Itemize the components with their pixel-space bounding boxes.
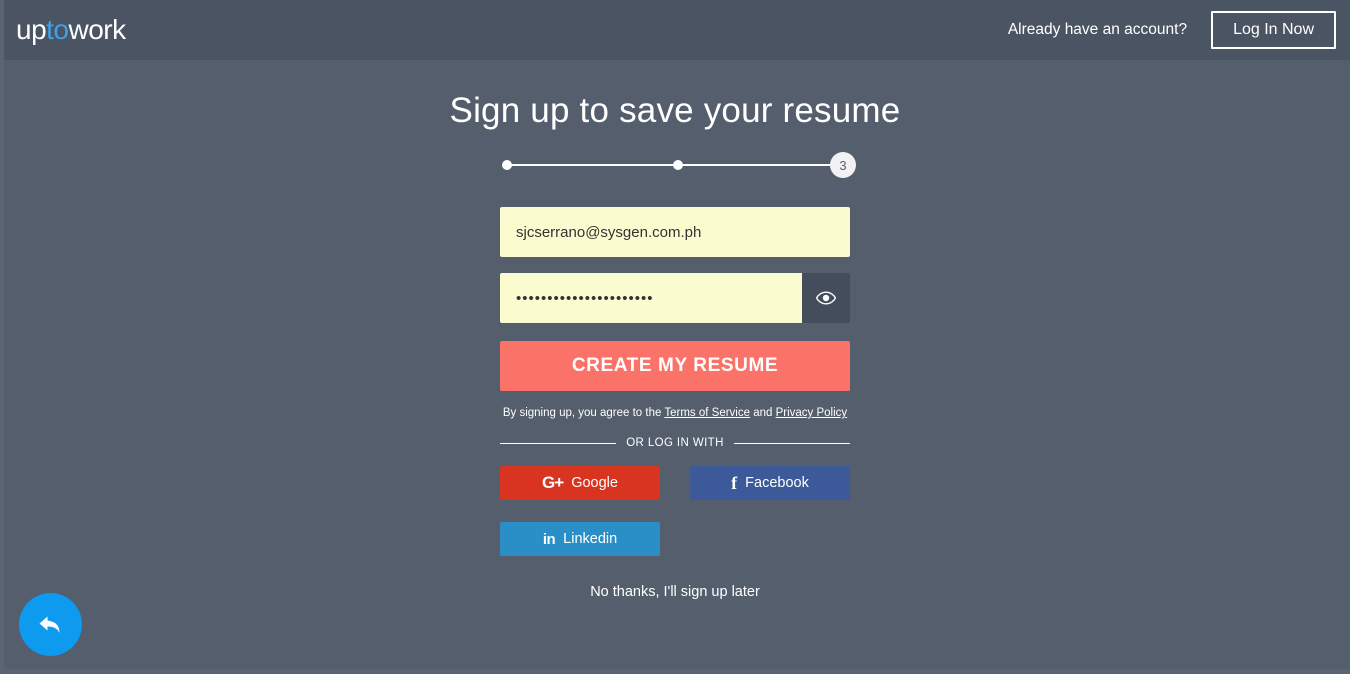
facebook-login-button[interactable]: f Facebook	[690, 466, 850, 500]
google-plus-icon: G+	[542, 473, 564, 492]
password-row	[500, 273, 850, 323]
terms-notice: By signing up, you agree to the Terms of…	[500, 407, 850, 419]
signup-main: Sign up to save your resume 3 CREATE MY …	[0, 60, 1350, 674]
logo-text-to: to	[46, 14, 69, 45]
email-input[interactable]	[500, 207, 850, 257]
already-have-account-label: Already have an account?	[1007, 21, 1188, 38]
page-title: Sign up to save your resume	[449, 91, 901, 130]
facebook-login-label: Facebook	[745, 475, 809, 491]
create-my-resume-button[interactable]: CREATE MY RESUME	[500, 341, 850, 391]
terms-middle: and	[750, 407, 776, 419]
header-actions: Already have an account? Log In Now	[1008, 11, 1336, 49]
log-in-now-button[interactable]: Log In Now	[1211, 11, 1336, 49]
google-login-label: Google	[571, 475, 618, 491]
divider-rule-right	[733, 442, 851, 444]
toggle-password-visibility-button[interactable]	[802, 273, 850, 323]
stepper-dot-2[interactable]	[673, 160, 683, 170]
password-input[interactable]	[500, 273, 802, 323]
stepper-current-step: 3	[830, 152, 856, 178]
window-bottom-edge	[0, 669, 1350, 674]
window-left-edge	[0, 0, 4, 674]
facebook-icon: f	[731, 472, 738, 493]
site-header: uptowork Already have an account? Log In…	[0, 0, 1350, 60]
eye-icon	[816, 291, 836, 305]
uptowork-logo[interactable]: uptowork	[16, 16, 126, 44]
or-login-with-divider: OR LOG IN WITH	[500, 437, 851, 449]
privacy-policy-link[interactable]: Privacy Policy	[776, 407, 848, 419]
signup-form: CREATE MY RESUME By signing up, you agre…	[500, 207, 851, 556]
back-button[interactable]	[19, 593, 82, 656]
signup-progress-stepper: 3	[495, 152, 856, 178]
linkedin-login-button[interactable]: in Linkedin	[500, 522, 660, 556]
linkedin-row: in Linkedin	[500, 522, 850, 556]
stepper-dot-1[interactable]	[502, 160, 512, 170]
back-arrow-icon	[39, 616, 59, 633]
divider-label: OR LOG IN WITH	[626, 437, 724, 449]
logo-text-up: up	[16, 14, 47, 45]
google-login-button[interactable]: G+ Google	[500, 466, 660, 500]
terms-prefix: By signing up, you agree to the	[502, 407, 665, 419]
social-login-row: G+ Google f Facebook	[500, 466, 850, 500]
skip-signup-link[interactable]: No thanks, I'll sign up later	[590, 584, 760, 600]
logo-text-work: work	[68, 14, 127, 45]
linkedin-login-label: Linkedin	[563, 531, 618, 547]
terms-of-service-link[interactable]: Terms of Service	[664, 407, 750, 419]
linkedin-icon: in	[542, 530, 556, 548]
divider-rule-left	[500, 442, 617, 444]
